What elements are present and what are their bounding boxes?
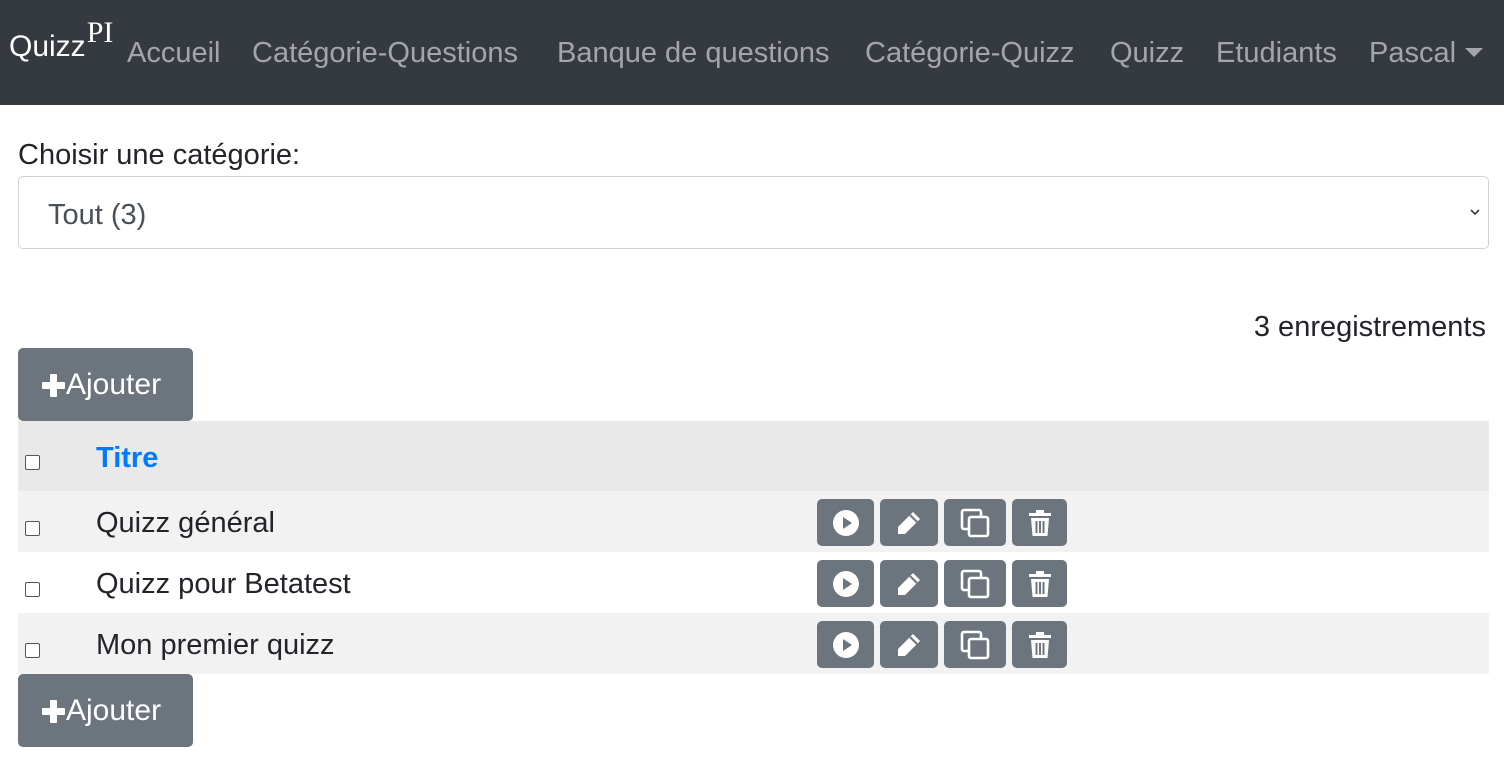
pencil-icon <box>898 511 920 534</box>
copy-button[interactable] <box>944 499 1006 546</box>
copy-icon <box>960 569 990 598</box>
plus-icon <box>42 700 65 723</box>
trash-icon <box>1028 631 1051 658</box>
delete-button[interactable] <box>1012 560 1067 607</box>
user-menu-toggle[interactable]: Pascal <box>1369 36 1456 70</box>
copy-button[interactable] <box>944 621 1006 668</box>
brand-suffix: PI <box>86 16 114 49</box>
play-button[interactable] <box>817 499 874 546</box>
play-icon <box>832 631 859 658</box>
record-count: 3 enregistrements <box>1253 311 1486 343</box>
add-button-label: Ajouter <box>66 368 162 401</box>
nav-link-accueil[interactable]: Accueil <box>127 36 221 70</box>
edit-button[interactable] <box>880 621 938 668</box>
edit-button[interactable] <box>880 499 938 546</box>
category-select[interactable]: Tout (3) <box>18 176 1489 249</box>
table-header: Titre <box>18 421 1489 491</box>
copy-icon <box>960 508 990 537</box>
play-icon <box>832 570 859 597</box>
table-row: Quizz général <box>18 491 1489 552</box>
pencil-icon <box>898 572 920 595</box>
quiz-title: Quizz pour Betatest <box>96 568 351 600</box>
nav-link-quizz[interactable]: Quizz <box>1110 36 1184 70</box>
column-header-titre[interactable]: Titre <box>96 442 158 475</box>
delete-button[interactable] <box>1012 499 1067 546</box>
row-checkbox[interactable] <box>25 521 40 536</box>
row-checkbox[interactable] <box>25 643 40 658</box>
brand-logo[interactable]: QuizzPI <box>9 16 113 64</box>
trash-icon <box>1028 509 1051 536</box>
delete-button[interactable] <box>1012 621 1067 668</box>
copy-button[interactable] <box>944 560 1006 607</box>
table-row: Mon premier quizz <box>18 613 1489 674</box>
select-all-checkbox[interactable] <box>25 455 40 470</box>
add-button-bottom[interactable]: Ajouter <box>18 674 193 747</box>
brand-name: Quizz <box>9 30 86 63</box>
add-button-label: Ajouter <box>66 694 162 727</box>
add-button-top[interactable]: Ajouter <box>18 348 193 421</box>
edit-button[interactable] <box>880 560 938 607</box>
nav-link-banque-de-questions[interactable]: Banque de questions <box>557 36 830 70</box>
navbar: QuizzPI Accueil Catégorie-Questions Banq… <box>0 0 1504 105</box>
row-checkbox[interactable] <box>25 582 40 597</box>
trash-icon <box>1028 570 1051 597</box>
nav-link-categorie-questions[interactable]: Catégorie-Questions <box>252 36 518 70</box>
caret-down-icon[interactable] <box>1465 48 1483 57</box>
nav-link-categorie-quizz[interactable]: Catégorie-Quizz <box>865 36 1075 70</box>
play-button[interactable] <box>817 621 874 668</box>
pencil-icon <box>898 633 920 656</box>
copy-icon <box>960 630 990 659</box>
play-button[interactable] <box>817 560 874 607</box>
category-select-label: Choisir une catégorie: <box>18 139 301 171</box>
chevron-down-icon <box>1470 209 1480 216</box>
quiz-title: Quizz général <box>96 507 275 539</box>
category-select-value: Tout (3) <box>48 199 147 231</box>
play-icon <box>832 509 859 536</box>
table-row: Quizz pour Betatest <box>18 552 1489 613</box>
nav-link-etudiants[interactable]: Etudiants <box>1216 36 1337 70</box>
plus-icon <box>42 374 65 397</box>
quiz-title: Mon premier quizz <box>96 629 335 661</box>
